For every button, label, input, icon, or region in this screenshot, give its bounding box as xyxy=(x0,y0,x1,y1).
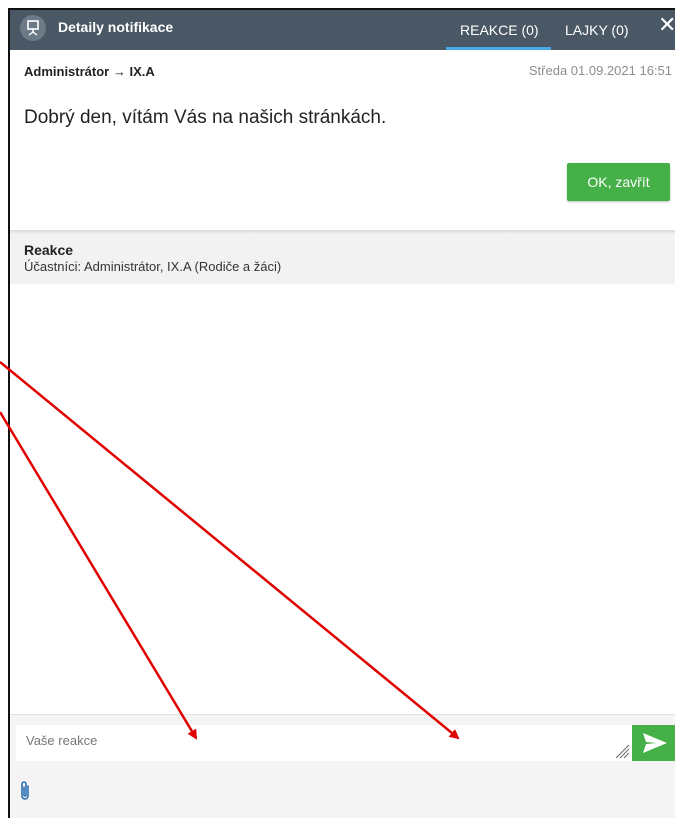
message-timestamp: Středa 01.09.2021 16:51 xyxy=(528,63,672,78)
tab-reactions[interactable]: REAKCE (0) xyxy=(460,22,539,38)
presentation-board-icon xyxy=(20,15,46,41)
tab-likes[interactable]: LAJKY (0) xyxy=(565,22,629,38)
resize-handle-icon[interactable] xyxy=(614,743,630,759)
notification-detail-dialog: Detaily notifikace REAKCE (0) LAJKY (0) … xyxy=(8,8,675,818)
reply-input[interactable] xyxy=(16,725,632,761)
reactions-participants: Účastníci: Administrátor, IX.A (Rodiče a… xyxy=(24,259,282,274)
message-text: Dobrý den, vítám Vás na našich stránkách… xyxy=(24,107,387,128)
reply-composer xyxy=(10,714,675,818)
reactions-list xyxy=(10,284,675,714)
message-route: Administrátor → IX.A xyxy=(24,64,155,79)
close-icon[interactable]: ✕ xyxy=(658,14,675,36)
dialog-title: Detaily notifikace xyxy=(58,19,174,35)
send-button[interactable] xyxy=(632,725,675,761)
send-icon xyxy=(642,733,667,753)
paperclip-icon[interactable] xyxy=(18,780,32,802)
reactions-header: Reakce Účastníci: Administrátor, IX.A (R… xyxy=(10,234,675,284)
reactions-title: Reakce xyxy=(24,242,74,258)
ok-close-button[interactable]: OK, zavřít xyxy=(567,163,670,201)
notification-message: Administrátor → IX.A Středa 01.09.2021 1… xyxy=(10,50,675,230)
dialog-header: Detaily notifikace REAKCE (0) LAJKY (0) … xyxy=(10,10,675,50)
